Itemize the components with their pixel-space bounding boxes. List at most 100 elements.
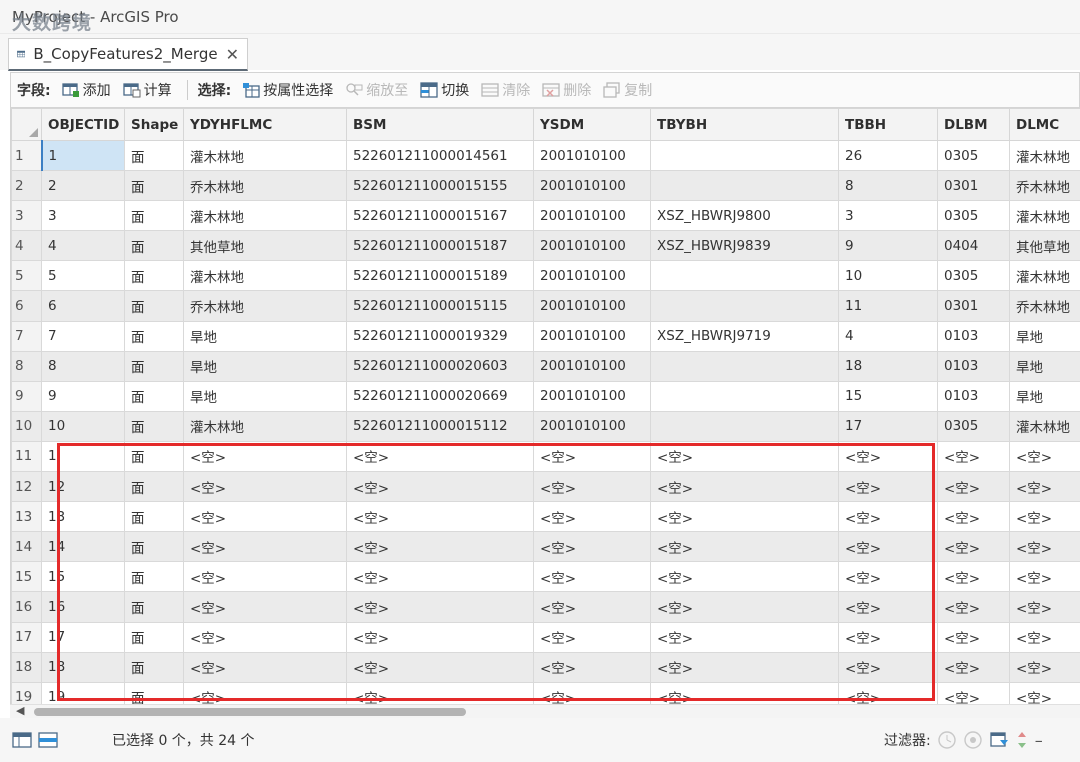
table-cell[interactable]: <空> [838, 440, 938, 473]
table-cell[interactable]: <空> [1009, 471, 1080, 503]
table-cell[interactable] [650, 290, 839, 322]
row-number[interactable]: 2 [11, 170, 42, 202]
close-tab-icon[interactable]: ✕ [226, 45, 239, 64]
table-cell[interactable]: <空> [1009, 681, 1080, 705]
scroll-left-icon[interactable]: ◀ [16, 704, 24, 717]
column-header-tbbh[interactable]: TBBH [838, 108, 938, 141]
table-cell[interactable]: <空> [838, 471, 938, 503]
table-cell[interactable]: 3 [41, 200, 125, 232]
table-cell[interactable]: 2001010100 [533, 320, 651, 352]
table-cell[interactable]: 0305 [937, 260, 1010, 292]
switch-selection-button[interactable]: 切换 [415, 78, 474, 102]
table-cell[interactable]: 17 [41, 621, 125, 653]
table-cell[interactable]: <空> [1009, 440, 1080, 473]
table-cell[interactable]: <空> [533, 471, 651, 503]
table-cell[interactable]: 9 [838, 230, 938, 262]
table-cell[interactable]: <空> [650, 561, 839, 593]
zoom-out-icon[interactable]: – [1035, 731, 1043, 750]
table-cell[interactable]: 8 [838, 170, 938, 202]
table-cell[interactable]: 522601211000014561 [346, 139, 534, 172]
table-cell[interactable]: <空> [937, 471, 1010, 503]
show-selected-records-icon[interactable] [38, 732, 58, 748]
table-cell[interactable]: 1 [41, 440, 125, 473]
table-cell[interactable]: 522601211000015189 [346, 260, 534, 292]
table-cell[interactable]: <空> [346, 591, 534, 623]
table-cell[interactable]: <空> [838, 651, 938, 683]
table-cell[interactable]: <空> [346, 561, 534, 593]
column-header-bsm[interactable]: BSM [346, 108, 534, 141]
table-cell[interactable]: 面 [124, 230, 184, 262]
table-cell[interactable]: 其他草地 [1009, 230, 1080, 262]
row-number[interactable]: 3 [11, 200, 42, 232]
row-number[interactable]: 5 [11, 260, 42, 292]
table-cell[interactable]: 522601211000015187 [346, 230, 534, 262]
sort-icon[interactable] [1015, 730, 1029, 750]
table-row[interactable]: 9 9 面旱地 522601211000020669 2001010100 15 0103 旱… [11, 380, 1080, 412]
table-cell[interactable]: 15 [838, 380, 938, 412]
table-cell[interactable]: 2001010100 [533, 230, 651, 262]
table-cell[interactable]: 面 [124, 440, 184, 473]
table-cell[interactable]: 面 [124, 139, 184, 172]
table-cell[interactable] [650, 139, 839, 172]
row-number[interactable]: 4 [11, 230, 42, 262]
clear-selection-button[interactable]: 清除 [476, 78, 535, 102]
table-cell[interactable]: <空> [937, 501, 1010, 533]
table-cell[interactable]: 灌木林地 [183, 410, 347, 442]
table-cell[interactable]: 9 [41, 380, 125, 412]
table-row[interactable]: 15 15 面 <空> <空> <空> <空> <空> <空> <空> [11, 561, 1080, 593]
table-cell[interactable]: 0305 [937, 410, 1010, 442]
table-cell[interactable]: 灌木林地 [1009, 139, 1080, 172]
table-cell[interactable] [650, 380, 839, 412]
table-cell[interactable]: <空> [1009, 561, 1080, 593]
table-row[interactable]: 4 4 面其他草地 522601211000015187 2001010100 XSZ_H… [11, 230, 1080, 262]
table-cell[interactable]: 3 [838, 200, 938, 232]
table-cell[interactable]: <空> [183, 651, 347, 683]
table-row[interactable]: 2 2 面乔木林地 522601211000015155 2001010100 8 0301… [11, 170, 1080, 202]
table-cell[interactable]: 522601211000015115 [346, 290, 534, 322]
table-cell[interactable]: <空> [838, 621, 938, 653]
table-cell[interactable]: <空> [346, 651, 534, 683]
table-cell[interactable] [650, 170, 839, 202]
table-cell[interactable]: 13 [41, 501, 125, 533]
table-cell[interactable]: 11 [838, 290, 938, 322]
row-number[interactable]: 12 [11, 471, 42, 503]
table-cell[interactable]: <空> [838, 531, 938, 563]
table-cell[interactable]: 522601211000020669 [346, 380, 534, 412]
delete-selection-button[interactable]: 删除 [537, 78, 596, 102]
table-cell[interactable]: 面 [124, 561, 184, 593]
row-number[interactable]: 6 [11, 290, 42, 322]
table-cell[interactable]: 面 [124, 380, 184, 412]
table-cell[interactable]: <空> [533, 591, 651, 623]
table-row[interactable]: 14 14 面 <空> <空> <空> <空> <空> <空> <空> [11, 531, 1080, 563]
table-row[interactable]: 13 13 面 <空> <空> <空> <空> <空> <空> <空> [11, 501, 1080, 533]
table-row[interactable]: 7 7 面旱地 522601211000019329 2001010100 XSZ_HBW… [11, 320, 1080, 352]
table-cell[interactable]: 0301 [937, 170, 1010, 202]
table-cell[interactable]: <空> [937, 561, 1010, 593]
table-cell[interactable]: XSZ_HBWRJ9839 [650, 230, 839, 262]
table-cell[interactable]: 面 [124, 621, 184, 653]
table-cell[interactable]: <空> [183, 471, 347, 503]
time-filter-icon[interactable] [937, 730, 957, 750]
table-cell[interactable]: <空> [346, 501, 534, 533]
table-cell[interactable] [650, 350, 839, 382]
table-cell[interactable]: 旱地 [1009, 350, 1080, 382]
row-number[interactable]: 19 [11, 681, 42, 705]
table-cell[interactable]: 17 [838, 410, 938, 442]
table-cell[interactable]: <空> [346, 621, 534, 653]
table-cell[interactable]: <空> [1009, 621, 1080, 653]
table-cell[interactable]: 522601211000015155 [346, 170, 534, 202]
table-cell[interactable]: 面 [124, 651, 184, 683]
table-cell[interactable]: <空> [650, 591, 839, 623]
table-cell[interactable]: <空> [838, 501, 938, 533]
table-cell[interactable]: 面 [124, 320, 184, 352]
table-cell[interactable]: <空> [1009, 591, 1080, 623]
row-number[interactable]: 8 [11, 350, 42, 382]
table-cell[interactable]: 0103 [937, 350, 1010, 382]
table-cell[interactable]: <空> [650, 681, 839, 705]
zoom-to-button[interactable]: 缩放至 [340, 78, 413, 102]
table-cell[interactable]: 14 [41, 531, 125, 563]
table-cell[interactable]: 旱地 [183, 320, 347, 352]
table-row[interactable]: 17 17 面 <空> <空> <空> <空> <空> <空> <空> [11, 621, 1080, 653]
table-row[interactable]: 6 6 面乔木林地 522601211000015115 2001010100 11 030… [11, 290, 1080, 322]
column-header-ydyhflmc[interactable]: YDYHFLMC [183, 108, 347, 141]
